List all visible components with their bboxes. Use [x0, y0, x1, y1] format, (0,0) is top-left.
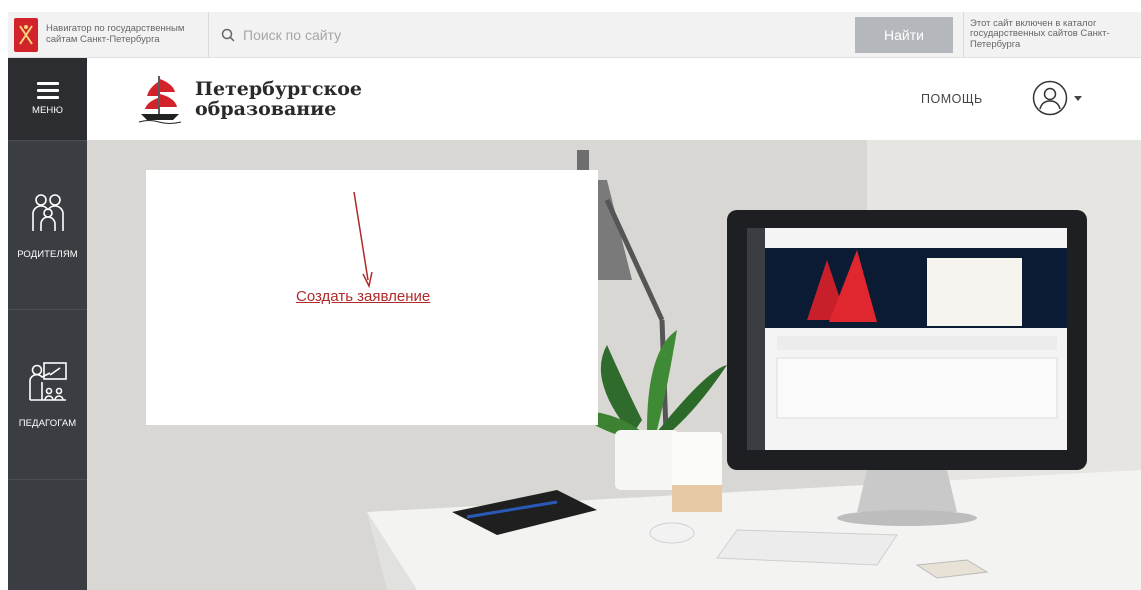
chevron-down-icon	[1074, 95, 1082, 101]
sidebar-item-teachers[interactable]: ПЕДАГОГАМ	[8, 310, 87, 480]
brand-logo[interactable]: Петербургское образование	[137, 74, 395, 124]
site-header: Петербургское образование ПОМОЩЬ	[87, 58, 1141, 140]
menu-label: МЕНЮ	[31, 105, 64, 116]
scarlet-sails-ship-icon	[138, 76, 182, 124]
hamburger-icon	[36, 82, 59, 99]
gov-navigator-link[interactable]: Навигатор по государственным сайтам Санк…	[46, 23, 194, 45]
find-button[interactable]: Найти	[855, 16, 953, 53]
side-navigation: МЕНЮ РОДИТЕЛЯМ ПЕДАГОГАМ	[8, 58, 87, 590]
search-icon	[221, 28, 235, 42]
search-input[interactable]	[243, 26, 843, 43]
user-icon	[1032, 80, 1068, 116]
sidebar-item-label: РОДИТЕЛЯМ	[17, 248, 78, 260]
spb-coat-of-arms-icon[interactable]	[14, 17, 38, 52]
gov-top-bar: Навигатор по государственным сайтам Санк…	[8, 11, 1141, 58]
menu-button[interactable]: МЕНЮ	[8, 58, 87, 140]
teacher-icon	[28, 362, 67, 401]
create-application-card: Создать заявление	[146, 170, 598, 425]
help-link[interactable]: ПОМОЩЬ	[921, 92, 983, 106]
gov-catalog-notice[interactable]: Этот сайт включен в каталог государствен…	[963, 11, 1141, 58]
brand-line-1: Петербургское	[195, 78, 362, 100]
arrow-down-icon	[353, 191, 373, 289]
sidebar-item-label: ПЕДАГОГАМ	[18, 418, 77, 429]
brand-line-2: образование	[195, 98, 337, 120]
site-search	[209, 12, 855, 58]
user-menu-button[interactable]	[1032, 80, 1082, 116]
create-application-link[interactable]: Создать заявление	[296, 288, 430, 305]
brand-title: Петербургское образование	[195, 79, 395, 119]
parents-icon	[31, 193, 64, 231]
sidebar-item-parents[interactable]: РОДИТЕЛЯМ	[8, 140, 87, 310]
